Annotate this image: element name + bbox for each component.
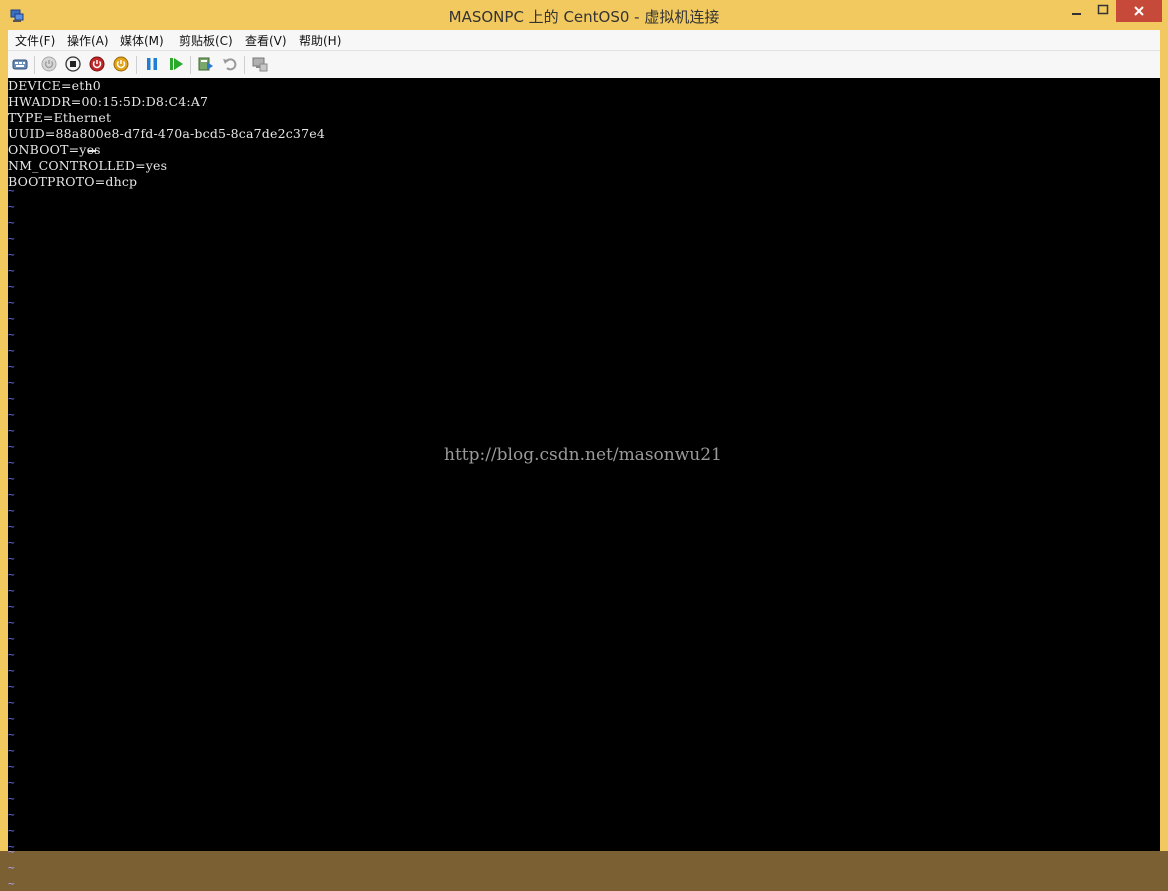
vim-tilde: ~: [8, 248, 15, 261]
vim-tilde: ~: [8, 344, 15, 357]
vim-tilde: ~: [8, 877, 15, 890]
vim-tilde: ~: [8, 280, 15, 293]
close-button[interactable]: [1116, 0, 1162, 22]
vim-tilde: ~: [8, 520, 15, 533]
revert-icon[interactable]: [222, 56, 238, 72]
vim-tilde: ~: [8, 648, 15, 661]
enhanced-session-icon[interactable]: [252, 56, 268, 72]
vim-tilde: ~: [8, 488, 15, 501]
vim-tilde: ~: [8, 712, 15, 725]
vim-tilde: ~: [8, 632, 15, 645]
terminal-line: TYPE=Ethernet: [8, 110, 112, 125]
vim-tilde: ~: [8, 408, 15, 421]
toolbar: [8, 51, 1160, 78]
menu-media[interactable]: 媒体(M): [120, 32, 164, 49]
vim-tilde: ~: [8, 296, 15, 309]
vim-tilde: ~: [8, 504, 15, 517]
ctrl-alt-del-icon[interactable]: [12, 56, 28, 72]
vim-tilde: ~: [8, 584, 15, 597]
vim-tilde: ~: [8, 808, 15, 821]
vim-tilde: ~: [8, 232, 15, 245]
maximize-icon: [1097, 4, 1109, 15]
menu-view[interactable]: 查看(V): [245, 32, 287, 49]
vim-tilde: ~: [8, 312, 15, 325]
vim-tilde: ~: [8, 776, 15, 789]
vim-tilde: ~: [8, 392, 15, 405]
title-bar[interactable]: MASONPC 上的 CentOS0 - 虚拟机连接: [0, 0, 1168, 30]
terminal-line: BOOTPROTO=dhcp: [8, 174, 138, 189]
checkpoint-icon[interactable]: [198, 56, 214, 72]
vim-tilde: ~: [8, 376, 15, 389]
terminal-line: HWADDR=00:15:5D:D8:C4:A7: [8, 94, 209, 109]
menu-file[interactable]: 文件(F): [15, 32, 55, 49]
text-cursor: [88, 150, 96, 152]
menu-bar: 文件(F) 操作(A) 媒体(M) 剪贴板(C) 查看(V) 帮助(H): [8, 30, 1160, 51]
vim-tilde: ~: [8, 536, 15, 549]
vm-console-screen[interactable]: DEVICE=eth0 HWADDR=00:15:5D:D8:C4:A7 TYP…: [8, 78, 1160, 851]
terminal-line: DEVICE=eth0: [8, 78, 101, 93]
vim-tilde: ~: [8, 456, 15, 469]
terminal-line: NM_CONTROLLED=yes: [8, 158, 168, 173]
minimize-button[interactable]: [1064, 2, 1090, 22]
vim-tilde: ~: [8, 200, 15, 213]
vim-tilde: ~: [8, 824, 15, 837]
menu-action[interactable]: 操作(A): [67, 32, 109, 49]
vim-tilde: ~: [8, 728, 15, 741]
toolbar-separator: [190, 56, 191, 74]
vim-tilde: ~: [8, 845, 15, 858]
vim-tilde: ~: [8, 360, 15, 373]
toolbar-separator: [244, 56, 245, 74]
save-icon[interactable]: [113, 56, 129, 72]
vim-tilde: ~: [8, 680, 15, 693]
vim-tilde: ~: [8, 216, 15, 229]
terminal-line: UUID=88a800e8-d7fd-470a-bcd5-8ca7de2c37e…: [8, 126, 325, 141]
toolbar-separator: [136, 56, 137, 74]
watermark-url: http://blog.csdn.net/masonwu21: [444, 445, 722, 465]
close-icon: [1134, 6, 1144, 16]
vim-tilde: ~: [8, 552, 15, 565]
pause-icon[interactable]: [144, 56, 160, 72]
terminal-line: ONBOOT=yes: [8, 142, 101, 157]
vim-tilde: ~: [8, 861, 15, 874]
vim-tilde: ~: [8, 568, 15, 581]
vim-tilde: ~: [8, 600, 15, 613]
toolbar-separator: [34, 56, 35, 74]
menu-help[interactable]: 帮助(H): [299, 32, 341, 49]
start-icon[interactable]: [41, 56, 57, 72]
shutdown-icon[interactable]: [89, 56, 105, 72]
vim-tilde: ~: [8, 328, 15, 341]
vim-tilde: ~: [8, 792, 15, 805]
window-title: MASONPC 上的 CentOS0 - 虚拟机连接: [448, 8, 720, 26]
resume-icon[interactable]: [168, 56, 184, 72]
vim-tilde: ~: [8, 440, 15, 453]
maximize-button[interactable]: [1090, 2, 1116, 22]
vm-connection-window: MASONPC 上的 CentOS0 - 虚拟机连接 文件(F) 操作(A) 媒…: [0, 0, 1168, 891]
vim-tilde: ~: [8, 696, 15, 709]
vim-tilde: ~: [8, 664, 15, 677]
menu-clipboard[interactable]: 剪贴板(C): [179, 32, 233, 49]
minimize-icon: [1072, 13, 1081, 15]
vim-tilde: ~: [8, 264, 15, 277]
turn-off-icon[interactable]: [65, 56, 81, 72]
bottom-strip: ~ ~ ~: [0, 845, 1168, 891]
vim-tilde: ~: [8, 424, 15, 437]
vim-tilde: ~: [8, 472, 15, 485]
vim-tilde: ~: [8, 616, 15, 629]
vim-tilde: ~: [8, 744, 15, 757]
vim-tilde: ~: [8, 184, 15, 197]
vim-tilde: ~: [8, 760, 15, 773]
